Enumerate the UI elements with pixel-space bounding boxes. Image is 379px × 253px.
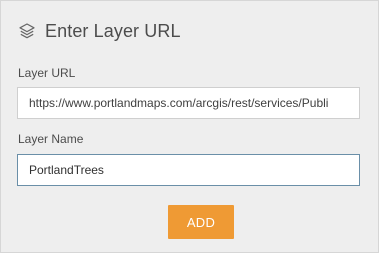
layer-url-input[interactable] (17, 87, 360, 119)
layers-icon (18, 22, 36, 40)
layer-url-label: Layer URL (18, 66, 76, 80)
dialog-title: Enter Layer URL (45, 20, 181, 41)
add-button[interactable]: ADD (168, 205, 234, 239)
add-layer-panel: Enter Layer URL Layer URL Layer Name ADD (0, 0, 379, 253)
layer-name-label: Layer Name (18, 132, 84, 146)
dialog-header: Enter Layer URL (18, 18, 181, 44)
layer-name-input[interactable] (17, 154, 360, 186)
